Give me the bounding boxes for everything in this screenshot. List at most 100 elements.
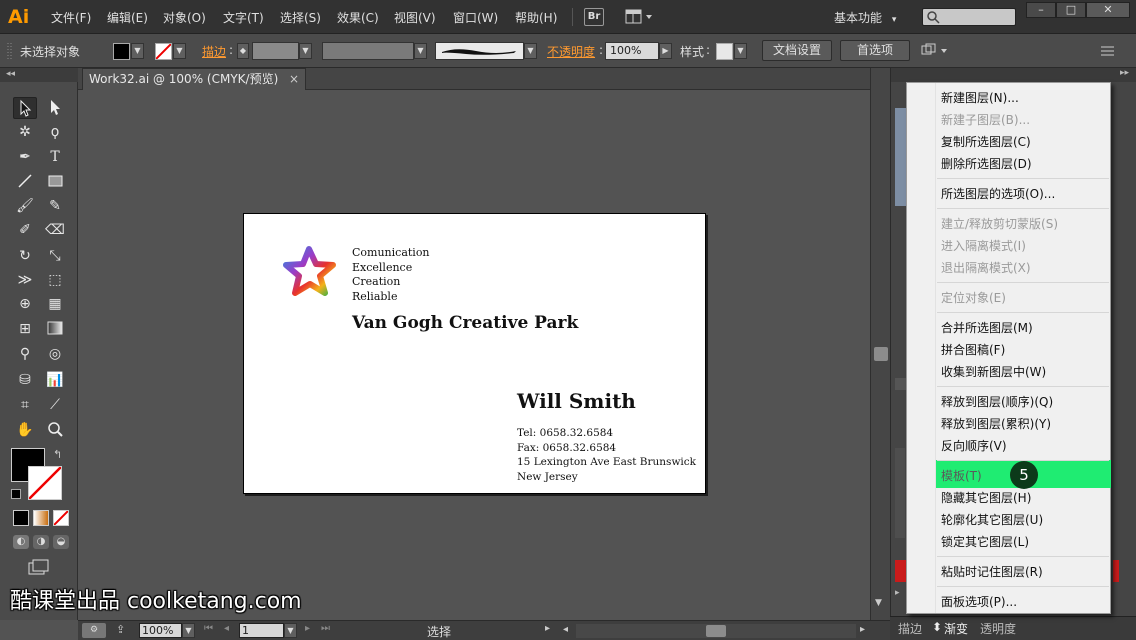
symbol-sprayer-tool[interactable]: ⛁ [13,369,37,391]
eraser-tool[interactable]: ⌫ [43,219,67,241]
first-artboard-icon[interactable]: ⏮ [204,623,213,634]
menu-window[interactable]: 窗口(W) [453,9,498,26]
stroke-weight-field[interactable] [252,42,299,60]
stroke-swatch[interactable] [155,43,172,60]
width-tool[interactable]: ≫ [13,269,37,291]
menu-item-panel-options[interactable]: 面板选项(P)... [941,593,1017,610]
opacity-field[interactable]: 100% [605,42,659,60]
menu-item-delete-layer[interactable]: 删除所选图层(D) [941,155,1032,172]
variable-width-field[interactable] [322,42,414,60]
document-tab[interactable]: Work32.ai @ 100% (CMYK/预览) × [82,68,306,90]
pencil-tool[interactable]: ✎ [43,195,67,217]
free-transform-tool[interactable]: ⬚ [43,269,67,291]
scroll-down-icon[interactable]: ▼ [875,598,882,608]
menu-item-lock-others[interactable]: 锁定其它图层(L) [941,533,1029,550]
help-search-input[interactable] [922,8,1016,26]
close-tab-icon[interactable]: × [289,69,299,89]
last-artboard-icon[interactable]: ⏭ [321,623,330,634]
default-colors-icon[interactable] [11,489,21,499]
draw-behind-button[interactable]: ◑ [33,535,49,549]
type-tool[interactable]: T [43,146,67,168]
panel-menu-icon[interactable] [1100,44,1116,58]
workspace-switcher[interactable]: 基本功能 ▾ [834,9,896,26]
menu-edit[interactable]: 编辑(E) [107,9,148,26]
scroll-left-icon[interactable]: ◂ [563,624,568,635]
tab-gradient-marker[interactable]: ⬍ [932,620,942,634]
screen-mode-button[interactable] [27,558,51,576]
menu-item-template[interactable]: 模板(T) [941,467,982,484]
draw-inside-button[interactable]: ◒ [53,535,69,549]
selection-tool[interactable] [13,97,37,119]
preferences-button[interactable]: 首选项 [840,40,910,61]
menu-type[interactable]: 文字(T) [223,9,264,26]
mesh-tool[interactable]: ⊞ [13,318,37,340]
opacity-dropdown[interactable]: ▶ [659,43,672,59]
bridge-button[interactable]: Br [584,8,604,26]
slice-tool[interactable]: ⟋ [43,394,67,416]
tab-transparency[interactable]: 透明度 [980,620,1016,637]
artboard[interactable]: Comunication Excellence Creation Reliabl… [243,213,706,494]
fill-swatch[interactable] [113,43,130,60]
scale-tool[interactable]: ⤡ [43,245,67,267]
swap-colors-icon[interactable]: ↰ [53,448,62,461]
vertical-scrollbar[interactable]: ▼ [870,68,890,620]
menu-item-reverse-order[interactable]: 反向顺序(V) [941,437,1007,454]
arrange-menu-button[interactable] [920,42,950,60]
magic-wand-tool[interactable]: ✲ [13,121,37,143]
menu-object[interactable]: 对象(O) [163,9,206,26]
pen-tool[interactable]: ✒ [13,146,37,168]
rotate-tool[interactable]: ↻ [13,245,37,267]
draw-normal-button[interactable]: ◐ [13,535,29,549]
menu-item-enter-isolation[interactable]: 进入隔离模式(I) [941,237,1026,254]
graphic-style-dropdown[interactable]: ▼ [734,43,747,59]
menu-item-duplicate-layer[interactable]: 复制所选图层(C) [941,133,1031,150]
paintbrush-tool[interactable]: 🖌 [13,195,37,217]
minimize-button[interactable]: – [1026,2,1056,18]
eyedropper-tool[interactable]: ⚲ [13,343,37,365]
brush-dropdown[interactable]: ▼ [524,43,537,59]
menu-item-merge-layers[interactable]: 合并所选图层(M) [941,319,1033,336]
menu-item-new-layer[interactable]: 新建图层(N)... [941,89,1019,106]
opacity-link[interactable]: 不透明度 [547,43,595,60]
horizontal-scroll-thumb[interactable] [706,625,726,637]
next-artboard-icon[interactable]: ▸ [305,623,310,634]
perspective-grid-tool[interactable]: ▦ [43,293,67,315]
gradient-mode-button[interactable] [33,510,49,526]
menu-item-collect-new-layer[interactable]: 收集到新图层中(W) [941,363,1046,380]
menu-effect[interactable]: 效果(C) [337,9,379,26]
menu-item-outline-others[interactable]: 轮廓化其它图层(U) [941,511,1043,528]
zoom-dropdown[interactable]: ▼ [182,623,195,638]
menu-item-locate-object[interactable]: 定位对象(E) [941,289,1006,306]
menu-item-release-build[interactable]: 释放到图层(累积)(Y) [941,415,1051,432]
rectangle-tool[interactable] [43,171,67,193]
menu-view[interactable]: 视图(V) [394,9,436,26]
collapse-panel-icon[interactable]: ◂◂ [6,69,15,79]
stroke-color-swatch[interactable] [28,466,62,500]
variable-width-dropdown[interactable]: ▼ [414,43,427,59]
menu-item-release-sequence[interactable]: 释放到图层(顺序)(Q) [941,393,1053,410]
arrange-documents-button[interactable] [625,9,655,25]
zoom-tool[interactable] [43,419,67,441]
direct-selection-tool[interactable] [43,97,67,119]
panel-collapse-icon[interactable]: ▸ [891,588,907,602]
artboard-tool[interactable]: ⌗ [13,394,37,416]
color-mode-button[interactable] [13,510,29,526]
column-graph-tool[interactable]: 📊 [43,369,67,391]
stroke-weight-dropdown[interactable]: ▼ [299,43,312,59]
none-mode-button[interactable] [53,510,69,526]
expand-panel-icon[interactable]: ▸▸ [1120,68,1129,78]
close-button[interactable]: ✕ [1086,2,1130,18]
zoom-field[interactable]: 100% [139,623,182,638]
menu-item-new-sublayer[interactable]: 新建子图层(B)... [941,111,1030,128]
line-segment-tool[interactable] [13,171,37,193]
menu-item-clipping-mask[interactable]: 建立/释放剪切蒙版(S) [941,215,1058,232]
blend-tool[interactable]: ◎ [43,343,67,365]
share-icon[interactable]: ⇪ [116,623,125,636]
artboard-dropdown[interactable]: ▼ [284,623,297,638]
document-setup-button[interactable]: 文档设置 [762,40,832,61]
gradient-tool[interactable] [43,318,67,340]
previous-artboard-icon[interactable]: ◂ [224,623,229,634]
menu-file[interactable]: 文件(F) [51,9,91,26]
brush-definition-field[interactable] [435,42,524,60]
menu-item-paste-remembers-layers[interactable]: 粘贴时记住图层(R) [941,563,1043,580]
